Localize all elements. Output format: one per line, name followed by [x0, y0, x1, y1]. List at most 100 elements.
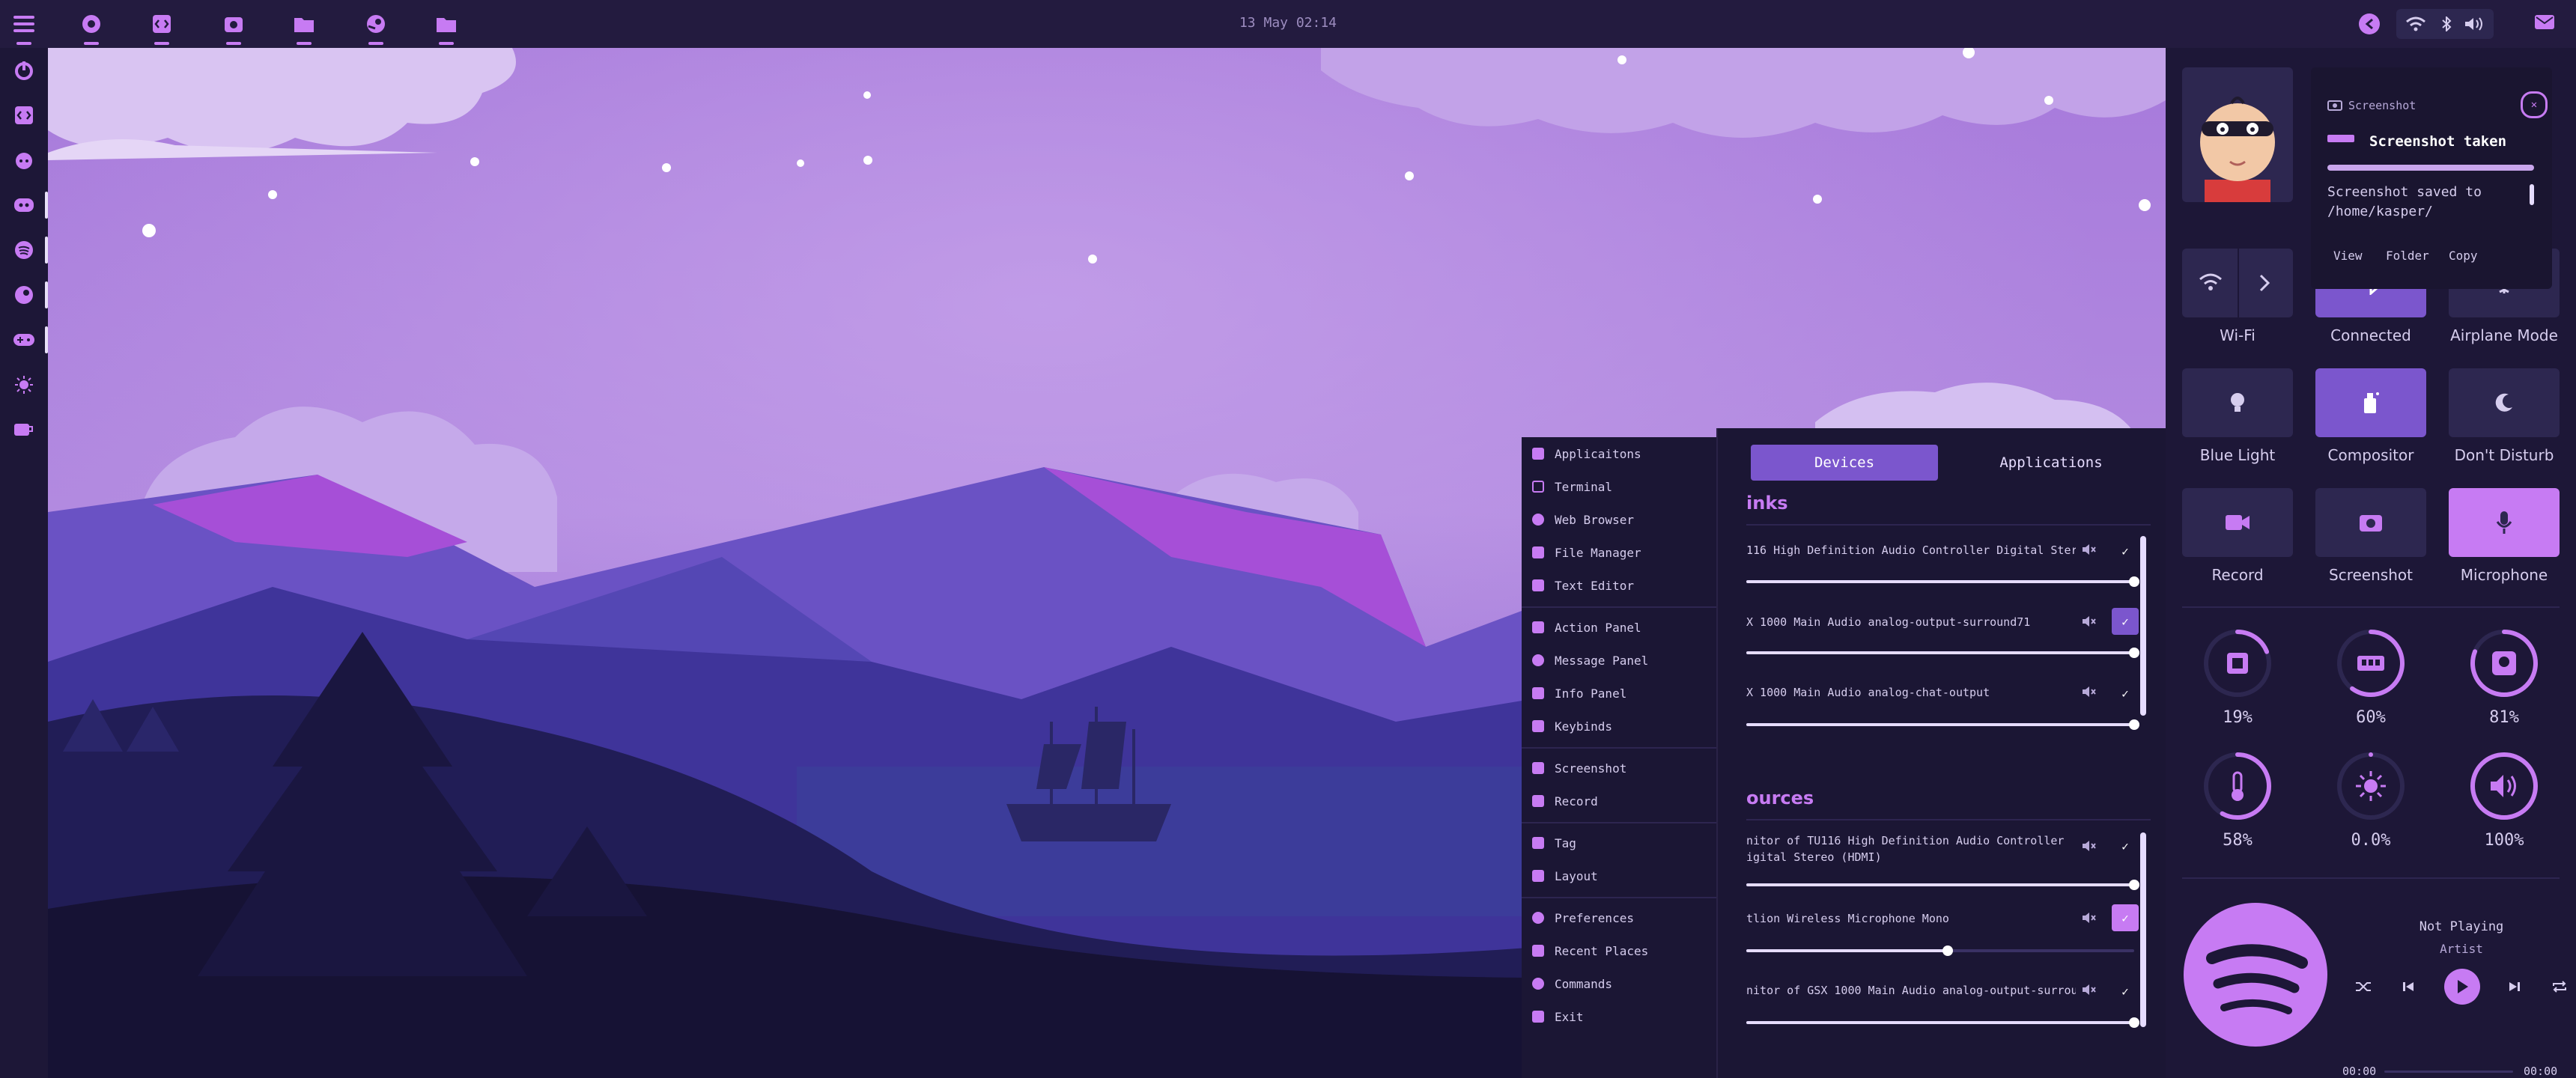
menu-item-tag[interactable]: Tag› — [1522, 826, 1743, 859]
notification-thumbnail — [2327, 135, 2354, 142]
blue-light-label: Blue Light — [2199, 446, 2276, 464]
slider-handle[interactable] — [2129, 648, 2139, 658]
blue-light-toggle[interactable] — [2182, 368, 2293, 437]
play-button[interactable] — [2444, 969, 2480, 1005]
scrollbar[interactable] — [2140, 536, 2146, 716]
slider-fill — [1746, 949, 1948, 952]
mute-icon[interactable] — [2080, 540, 2098, 558]
repeat-icon[interactable] — [2549, 976, 2570, 997]
mute-icon[interactable] — [2080, 683, 2098, 701]
mute-icon[interactable] — [2080, 612, 2098, 630]
menu-item-terminal[interactable]: Terminal — [1522, 470, 1743, 503]
wifi-toggle[interactable] — [2182, 249, 2293, 317]
check-icon: ✓ — [2121, 910, 2129, 925]
spotify-icon[interactable] — [9, 235, 39, 265]
folder-icon[interactable] — [431, 9, 461, 45]
steam-icon[interactable] — [9, 280, 39, 310]
sink-volume-slider[interactable] — [1746, 580, 2134, 583]
shuffle-icon[interactable] — [2353, 976, 2374, 997]
screenshot-icon[interactable] — [219, 9, 249, 45]
slider-handle[interactable] — [2129, 1017, 2139, 1028]
previous-icon[interactable] — [2398, 976, 2419, 997]
mute-icon[interactable] — [2080, 837, 2098, 855]
menu-item-record[interactable]: Record — [1522, 785, 1743, 817]
menu-divider — [1522, 897, 1743, 898]
menu-item-info-panel[interactable]: Info Panel — [1522, 677, 1743, 710]
source-default-check[interactable]: ✓ — [2112, 978, 2139, 1005]
bluetooth-icon — [2442, 16, 2452, 31]
chevron-right-icon[interactable] — [2258, 274, 2270, 292]
sink-default-check[interactable]: ✓ — [2112, 538, 2139, 564]
discord-icon[interactable] — [9, 190, 39, 220]
tab-devices[interactable]: Devices — [1751, 445, 1938, 481]
power-icon[interactable] — [9, 55, 39, 85]
menu-item-screenshot[interactable]: Screenshot — [1522, 752, 1743, 785]
menu-item-commands[interactable]: Commands› — [1522, 967, 1743, 1000]
slider-handle[interactable] — [2129, 576, 2139, 587]
menu-item-applications[interactable]: Applicaitons — [1522, 437, 1743, 470]
sidebar — [0, 48, 48, 1078]
record-icon — [1532, 795, 1544, 807]
sink-default-check[interactable]: ✓ — [2112, 680, 2139, 707]
code-icon[interactable] — [9, 100, 39, 130]
sink-volume-slider[interactable] — [1746, 723, 2134, 726]
folder-icon — [1532, 546, 1544, 558]
record-toggle[interactable] — [2182, 488, 2293, 557]
mute-icon[interactable] — [2080, 909, 2098, 927]
folder-icon[interactable] — [289, 9, 319, 45]
source-default-check[interactable]: ✓ — [2112, 832, 2139, 859]
dnd-toggle[interactable] — [2449, 368, 2560, 437]
screenshot-icon — [1532, 762, 1544, 774]
mail-icon[interactable] — [2534, 13, 2555, 34]
code-icon[interactable] — [147, 9, 177, 45]
slider-handle[interactable] — [2129, 880, 2139, 890]
next-icon[interactable] — [2504, 976, 2525, 997]
check-icon: ✓ — [2121, 686, 2129, 701]
source-volume-slider[interactable] — [1746, 1021, 2134, 1024]
back-icon[interactable] — [2359, 13, 2380, 34]
menu-item-action-panel[interactable]: Action Panel — [1522, 611, 1743, 644]
wifi-icon — [2406, 16, 2425, 31]
temperature-gauge — [2203, 752, 2272, 820]
source-default-check[interactable]: ✓ — [2112, 904, 2139, 931]
compositor-toggle[interactable] — [2315, 368, 2426, 437]
disk-gauge — [2470, 629, 2539, 698]
menu-item-text-editor[interactable]: Text Editor — [1522, 569, 1743, 602]
menu-item-web-browser[interactable]: Web Browser — [1522, 503, 1743, 536]
sink-volume-slider[interactable] — [1746, 651, 2134, 654]
menu-item-exit[interactable]: Exit — [1522, 1000, 1743, 1033]
microphone-toggle[interactable] — [2449, 488, 2560, 557]
notification[interactable]: Screenshot ✕ Screenshot taken Screenshot… — [2311, 67, 2552, 289]
gamepad-icon[interactable] — [9, 325, 39, 355]
avatar[interactable] — [2182, 67, 2293, 202]
slider-handle[interactable] — [1942, 945, 1953, 956]
brightness-icon[interactable] — [9, 370, 39, 400]
menu-item-layout[interactable]: Layout› — [1522, 859, 1743, 892]
progress-bar[interactable] — [2384, 1071, 2513, 1073]
close-icon[interactable]: ✕ — [2521, 91, 2548, 118]
sink-default-check[interactable]: ✓ — [2112, 608, 2139, 635]
scrollbar[interactable] — [2140, 832, 2146, 1027]
tab-applications[interactable]: Applications — [1950, 445, 2152, 481]
menu-item-recent-places[interactable]: Recent Places› — [1522, 934, 1743, 967]
steam-icon[interactable] — [361, 9, 391, 45]
coffee-icon[interactable] — [9, 415, 39, 445]
menu-item-preferences[interactable]: Preferences› — [1522, 901, 1743, 934]
mute-icon[interactable] — [2080, 981, 2098, 999]
folder-button[interactable]: Folder — [2386, 249, 2429, 263]
menu-icon[interactable] — [9, 9, 39, 45]
clock[interactable]: 13 May 02:14 — [1213, 15, 1363, 31]
github-icon[interactable] — [9, 145, 39, 175]
tray-status[interactable] — [2396, 9, 2494, 39]
view-button[interactable]: View — [2333, 249, 2363, 263]
screenshot-toggle[interactable] — [2315, 488, 2426, 557]
copy-button[interactable]: Copy — [2449, 249, 2478, 263]
scrollbar[interactable] — [2530, 184, 2534, 205]
menu-item-file-manager[interactable]: File Manager — [1522, 536, 1743, 569]
source-volume-slider[interactable] — [1746, 883, 2134, 886]
menu-item-keybinds[interactable]: Keybinds — [1522, 710, 1743, 743]
chrome-icon[interactable] — [76, 9, 106, 45]
rocket-icon — [1532, 448, 1544, 460]
slider-handle[interactable] — [2129, 719, 2139, 730]
menu-item-message-panel[interactable]: Message Panel — [1522, 644, 1743, 677]
